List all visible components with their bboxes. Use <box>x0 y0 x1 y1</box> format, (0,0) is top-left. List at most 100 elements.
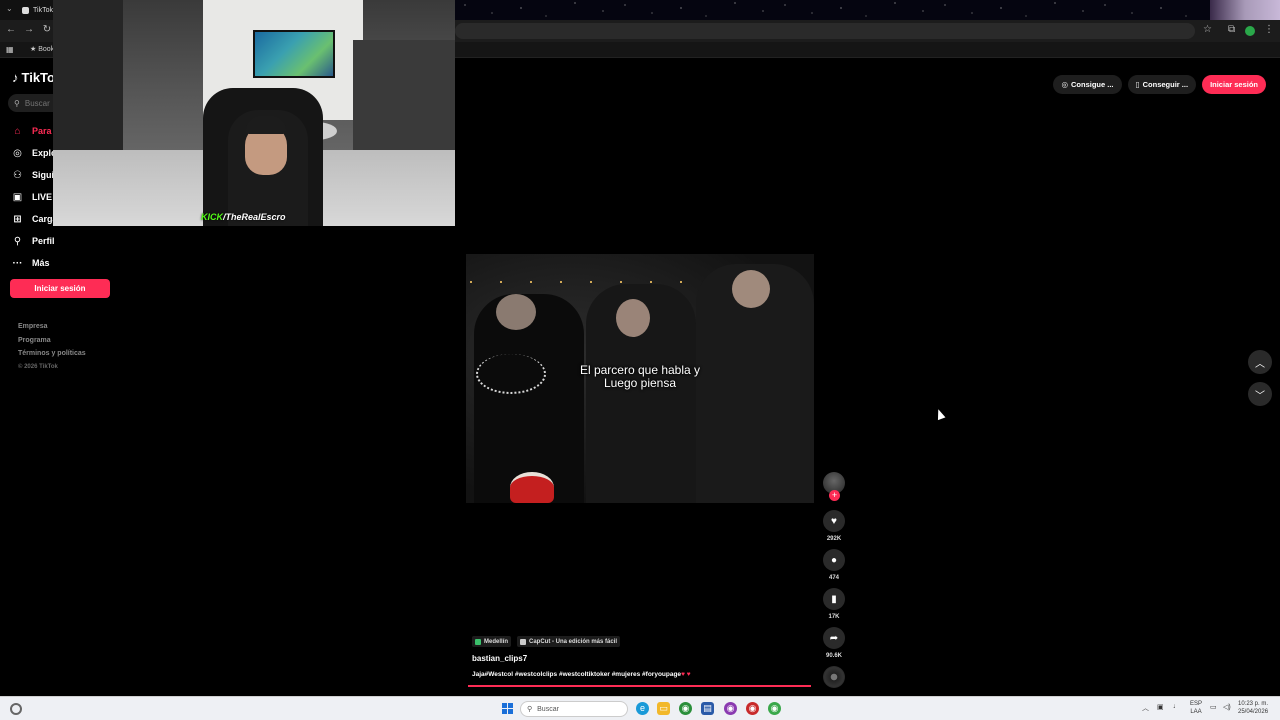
screen: ⌄ TikTok ← → ↻ ☆ ⧉ ⋮ ▦ ★ Book ♪ TikTo ⚲ … <box>0 0 1280 720</box>
search-icon: ⚲ <box>14 98 20 108</box>
chrome-icon[interactable]: ◉ <box>679 702 692 715</box>
channel-name: /TheRealEscro <box>223 212 286 222</box>
network-icon[interactable]: ▭ <box>1210 703 1217 711</box>
webcam-overlay: KICK/TheRealEscro <box>53 0 455 226</box>
language-indicator[interactable]: ESP LAA <box>1190 700 1202 716</box>
phone-icon: ▯ <box>1135 80 1140 89</box>
webcam-tv <box>253 30 335 78</box>
webcam-channel-tag: KICK/TheRealEscro <box>201 212 286 222</box>
kick-label: KICK <box>201 212 223 222</box>
tab-search-chevron-icon[interactable]: ⌄ <box>6 4 13 13</box>
back-arrow-icon[interactable]: ← <box>4 24 18 35</box>
like-count: 292K <box>826 536 842 542</box>
tray-chevron-up-icon[interactable]: ︿ <box>1142 703 1149 713</box>
share-count: 90.6K <box>825 653 842 659</box>
edge-browser-icon[interactable]: e <box>636 702 649 715</box>
tiktok-note-icon: ♪ <box>12 70 19 85</box>
mouse-cursor-icon <box>934 407 946 421</box>
get-coins-button[interactable]: ◎ Consigue ... <box>1053 75 1122 94</box>
footer-link-company[interactable]: Empresa <box>18 320 86 334</box>
menu-dots-icon[interactable]: ⋮ <box>1264 24 1274 35</box>
home-icon: ⌂ <box>14 125 21 137</box>
previous-video-button[interactable]: ︿ <box>1248 350 1272 374</box>
webcam-streamer-hair <box>246 116 286 134</box>
comment-icon[interactable]: ● <box>823 549 845 571</box>
windows-taskbar: ⚲ Buscar e ▭ ◉ ▤ ◉ ◉ ◉ ︿ ▣ ♩ ESP LAA ▭ ◁… <box>0 696 1280 720</box>
sidebar-item-live[interactable]: ▣ LIVE <box>12 186 59 208</box>
widgets-icon[interactable] <box>10 703 22 715</box>
footer-link-terms[interactable]: Términos y políticas <box>18 347 86 361</box>
location-pin-icon <box>475 638 481 645</box>
share-action[interactable]: ➦ 90.6K <box>821 627 847 659</box>
heart-emoji-icon: ♥ ♥ <box>681 671 691 678</box>
comment-action[interactable]: ● 474 <box>821 549 847 581</box>
footer-link-program[interactable]: Programa <box>18 334 86 348</box>
more-icon: ··· <box>12 257 23 269</box>
sidebar-nav: ⌂ Para t ◎ Explo ⚇ Siguie ▣ LIVE ⊞ Carga… <box>12 120 60 274</box>
capcut-icon <box>520 638 527 645</box>
browser-tab[interactable]: TikTok <box>22 3 53 17</box>
follow-plus-icon[interactable]: + <box>829 490 840 501</box>
next-video-button[interactable]: ﹀ <box>1248 382 1272 406</box>
bookmark-star-icon[interactable]: ☆ <box>1203 24 1212 35</box>
start-button-icon[interactable] <box>502 703 513 714</box>
location-tag[interactable]: Medellín <box>472 636 512 647</box>
sidebar-login-button[interactable]: Iniciar sesión <box>10 279 110 298</box>
sidebar-item-upload[interactable]: ⊞ Carga <box>12 208 59 230</box>
bookmark-label: Book <box>38 46 55 53</box>
tiktok-favicon-icon <box>22 6 29 14</box>
extension-icon[interactable]: ⧉ <box>1228 24 1235 35</box>
reload-icon[interactable]: ↻ <box>40 24 54 35</box>
taskbar-search[interactable]: ⚲ Buscar <box>520 701 628 717</box>
person-icon: ⚲ <box>13 235 22 247</box>
store-icon[interactable]: ▤ <box>701 702 714 715</box>
tray-app-icon[interactable]: ▣ <box>1157 703 1164 711</box>
sidebar-item-profile[interactable]: ⚲ Perfil <box>12 230 59 252</box>
app-icon-red[interactable]: ◉ <box>746 702 759 715</box>
description-text: Jaja#Westcol #westcolclips #westcoltikto… <box>472 671 682 678</box>
video-caption: El parcero que habla y Luego piensa <box>466 364 814 390</box>
tiktok-logo[interactable]: ♪ TikTo <box>12 70 55 85</box>
app-icon-green[interactable]: ◉ <box>768 702 781 715</box>
video-face-right <box>732 270 770 308</box>
app-icon-purple[interactable]: ◉ <box>724 702 737 715</box>
save-action[interactable]: ▮ 17K <box>821 588 847 620</box>
comment-count: 474 <box>828 575 839 581</box>
bookmark-item[interactable]: ★ Book <box>30 45 54 53</box>
microphone-icon[interactable]: ♩ <box>1173 703 1180 710</box>
sidebar-item-more[interactable]: ··· Más <box>12 252 59 274</box>
capcut-tag[interactable]: CapCut - Una edición más fácil <box>517 636 621 647</box>
video-red-cup <box>510 472 554 503</box>
get-app-button[interactable]: ▯ Conseguir ... <box>1127 75 1197 94</box>
taskbar-search-icon: ⚲ <box>527 706 533 713</box>
forward-arrow-icon[interactable]: → <box>22 24 36 35</box>
taskbar-clock[interactable]: 10:23 p. m. 25/04/2026 <box>1238 700 1268 716</box>
like-action[interactable]: ♥ 292K <box>821 510 847 542</box>
video-face-center <box>616 299 650 337</box>
profile-avatar-icon[interactable] <box>1245 26 1255 36</box>
share-arrow-icon[interactable]: ➦ <box>823 627 845 649</box>
heart-icon[interactable]: ♥ <box>823 510 845 532</box>
capcut-label: CapCut - Una edición más fácil <box>529 638 618 645</box>
sidebar-item-for-you[interactable]: ⌂ Para t <box>12 120 59 142</box>
file-explorer-icon[interactable]: ▭ <box>657 702 670 715</box>
video-username[interactable]: bastian_clips7 <box>472 654 527 663</box>
taskbar-search-placeholder: Buscar <box>537 705 559 713</box>
apps-grid-icon[interactable]: ▦ <box>6 45 14 54</box>
coin-icon: ◎ <box>1061 80 1068 89</box>
tiktok-logo-text: TikTo <box>21 70 55 85</box>
top-login-button[interactable]: Iniciar sesión <box>1202 75 1266 94</box>
sidebar-item-label: LIVE <box>32 192 53 202</box>
address-bar[interactable] <box>455 23 1195 39</box>
save-count: 17K <box>828 614 840 620</box>
music-disc-icon[interactable] <box>823 666 845 688</box>
chevron-up-icon: ︿ <box>1255 358 1265 370</box>
footer-copyright: © 2026 TikTok <box>18 363 58 370</box>
sidebar-item-following[interactable]: ⚇ Siguie <box>12 164 59 186</box>
video-player[interactable]: El parcero que habla y Luego piensa <box>466 254 814 503</box>
bookmark-icon[interactable]: ▮ <box>823 588 845 610</box>
compass-icon: ◎ <box>13 147 22 159</box>
video-progress-bar[interactable] <box>468 685 811 687</box>
volume-icon[interactable]: ◁) <box>1223 703 1231 711</box>
sidebar-item-explore[interactable]: ◎ Explo <box>12 142 59 164</box>
